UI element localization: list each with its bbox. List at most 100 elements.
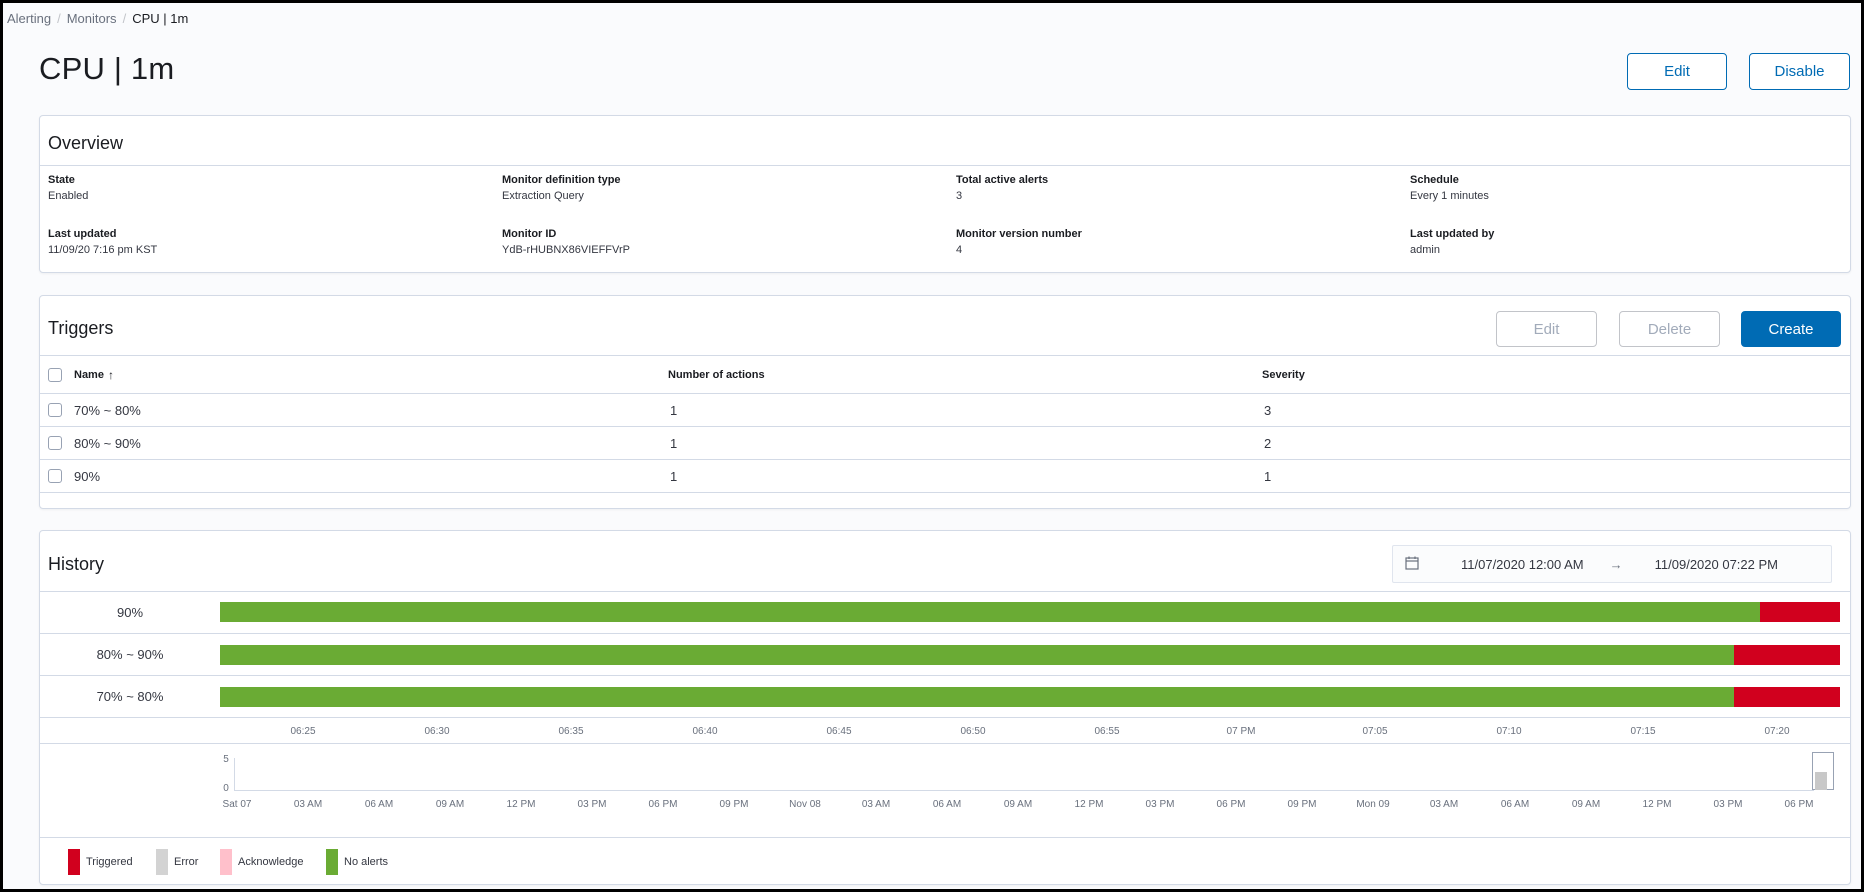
legend-item-no-alerts: No alerts — [326, 849, 388, 875]
triggered-bar[interactable] — [1760, 602, 1840, 622]
field-value: admin — [1410, 244, 1440, 256]
time-tick: 07:10 — [1496, 726, 1522, 737]
disable-monitor-button[interactable]: Disable — [1749, 53, 1850, 90]
x-tick: 03 PM — [1713, 799, 1743, 810]
x-tick: 12 PM — [1642, 799, 1672, 810]
page-title: CPU | 1m — [39, 51, 175, 86]
table-header-row: Name ↑ Number of actions Severity — [40, 356, 1850, 394]
delete-trigger-button[interactable]: Delete — [1619, 311, 1720, 347]
x-tick: 06 AM — [364, 799, 394, 810]
x-tick: 09 AM — [1571, 799, 1601, 810]
breadcrumb-alerting[interactable]: Alerting — [7, 11, 51, 26]
row-checkbox[interactable] — [48, 403, 62, 417]
time-tick: 06:50 — [960, 726, 986, 737]
select-all-checkbox[interactable] — [48, 368, 62, 382]
legend-swatch — [156, 849, 168, 875]
field-value: 3 — [956, 190, 963, 202]
table-row[interactable]: 70% ~ 80% 1 3 — [40, 394, 1850, 427]
field-value: Enabled — [48, 190, 89, 202]
triggered-bar[interactable] — [1734, 687, 1840, 707]
column-header-severity[interactable]: Severity — [1262, 356, 1305, 393]
field-value: Extraction Query — [502, 190, 584, 202]
legend-label: Acknowledge — [238, 856, 304, 868]
trigger-actions: 1 — [670, 402, 678, 418]
breadcrumb-monitors[interactable]: Monitors — [67, 11, 117, 26]
field-label: Monitor ID — [502, 228, 557, 240]
x-tick: 09 AM — [435, 799, 465, 810]
create-trigger-button[interactable]: Create — [1741, 311, 1841, 347]
time-tick: 06:35 — [558, 726, 584, 737]
x-tick: Mon 09 — [1356, 799, 1390, 810]
no-alerts-bar[interactable] — [220, 687, 1734, 707]
overview-field-version: Monitor version number 4 — [956, 228, 1082, 256]
overview-field-state: State Enabled — [48, 174, 88, 202]
time-tick: 06:40 — [692, 726, 718, 737]
trigger-severity: 1 — [1264, 468, 1272, 484]
history-title: History — [48, 554, 105, 574]
table-row[interactable]: 90% 1 1 — [40, 460, 1850, 493]
overview-field-last-updated: Last updated 11/09/20 7:16 pm KST — [48, 228, 157, 256]
breadcrumb-separator: / — [122, 11, 127, 26]
date-range-picker[interactable]: 11/07/2020 12:00 AM → 11/09/2020 07:22 P… — [1392, 545, 1832, 583]
field-label: Total active alerts — [956, 174, 1049, 186]
x-tick: 06 PM — [1784, 799, 1814, 810]
no-alerts-bar[interactable] — [220, 602, 1760, 622]
x-tick: 06 AM — [932, 799, 962, 810]
field-label: Schedule — [1410, 174, 1459, 186]
history-row-90: 90% — [40, 592, 1850, 634]
breadcrumb: Alerting / Monitors / CPU | 1m — [7, 11, 188, 26]
triggered-bar[interactable] — [1734, 645, 1840, 665]
overview-field-active-alerts: Total active alerts 3 — [956, 174, 1048, 202]
trigger-name: 80% ~ 90% — [74, 435, 141, 451]
triggers-title: Triggers — [48, 318, 114, 338]
field-label: State — [48, 174, 75, 186]
history-panel: History 11/07/2020 12:00 AM → 11/09/2020… — [39, 530, 1851, 885]
field-value: 4 — [956, 244, 963, 256]
overview-bar — [1815, 772, 1827, 790]
trigger-name: 70% ~ 80% — [74, 402, 141, 418]
overview-title: Overview — [48, 133, 124, 153]
x-tick: Sat 07 — [222, 799, 252, 810]
table-row[interactable]: 80% ~ 90% 1 2 — [40, 427, 1850, 460]
row-checkbox[interactable] — [48, 469, 62, 483]
history-row-label: 80% ~ 90% — [96, 647, 164, 662]
edit-trigger-button[interactable]: Edit — [1496, 311, 1597, 347]
field-value: Every 1 minutes — [1410, 190, 1489, 202]
time-tick: 07:20 — [1764, 726, 1790, 737]
history-row-70-80: 70% ~ 80% — [40, 676, 1850, 718]
history-row-80-90: 80% ~ 90% — [40, 634, 1850, 676]
time-tick: 06:25 — [290, 726, 316, 737]
x-tick: 03 AM — [1429, 799, 1459, 810]
edit-monitor-button[interactable]: Edit — [1627, 53, 1727, 90]
trigger-severity: 2 — [1264, 435, 1272, 451]
x-axis-line — [234, 790, 1814, 791]
time-tick: 06:45 — [826, 726, 852, 737]
calendar-icon — [1405, 556, 1419, 573]
legend-item-acknowledge: Acknowledge — [220, 849, 303, 875]
legend-item-triggered: Triggered — [68, 849, 133, 875]
x-tick: 12 PM — [1074, 799, 1104, 810]
x-tick: 03 AM — [293, 799, 323, 810]
overview-chart[interactable]: 5 0 Sat 07 03 AM 06 AM 09 AM 12 PM 03 PM… — [40, 744, 1850, 838]
legend-swatch — [68, 849, 80, 875]
column-header-actions[interactable]: Number of actions — [668, 356, 765, 393]
y-tick: 5 — [223, 754, 229, 765]
trigger-severity: 3 — [1264, 402, 1272, 418]
overview-field-monitor-id: Monitor ID YdB-rHUBNX86VIEFFVrP — [502, 228, 630, 256]
x-tick: 03 AM — [861, 799, 891, 810]
x-tick: 09 AM — [1003, 799, 1033, 810]
x-tick: 09 PM — [719, 799, 749, 810]
field-label: Monitor definition type — [502, 174, 621, 186]
breadcrumb-current: CPU | 1m — [132, 11, 189, 26]
overview-field-schedule: Schedule Every 1 minutes — [1410, 174, 1489, 202]
column-header-name[interactable]: Name ↑ — [74, 356, 114, 393]
x-tick: 03 PM — [577, 799, 607, 810]
date-start[interactable]: 11/07/2020 12:00 AM — [1461, 557, 1584, 572]
legend-swatch — [326, 849, 338, 875]
row-checkbox[interactable] — [48, 436, 62, 450]
x-tick: 06 PM — [1216, 799, 1246, 810]
date-end[interactable]: 11/09/2020 07:22 PM — [1655, 557, 1778, 572]
no-alerts-bar[interactable] — [220, 645, 1734, 665]
x-tick: Nov 08 — [789, 799, 821, 810]
x-tick: 12 PM — [506, 799, 536, 810]
